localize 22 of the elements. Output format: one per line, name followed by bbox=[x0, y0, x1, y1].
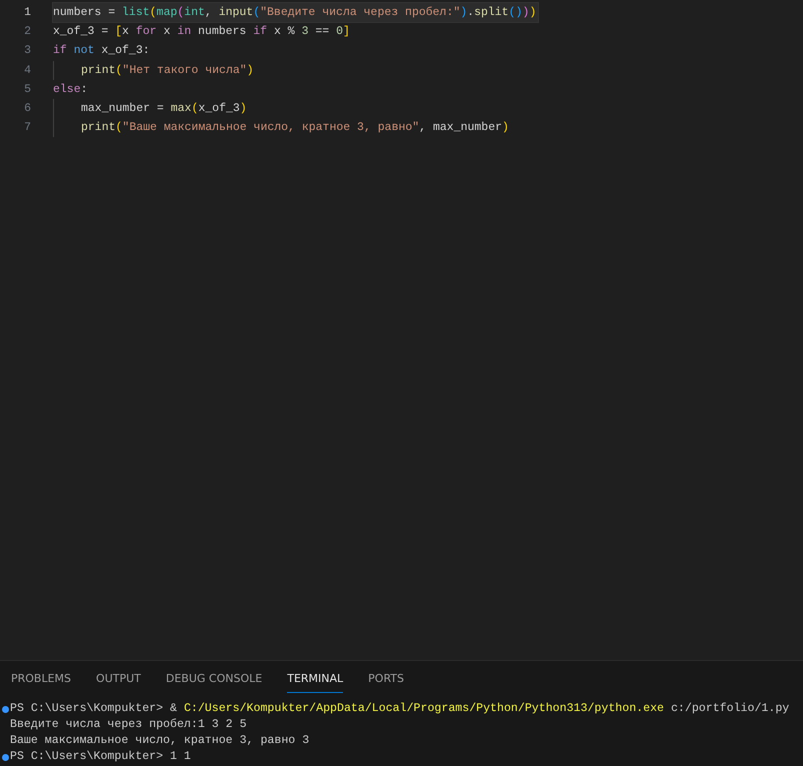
line-number: 5 bbox=[23, 82, 32, 98]
terminal-line: PS C:\Users\Kompukter> & C:/Users/Kompukter/AppData/Local/Programs/Python/Python313/python.exe c:/portfolio/1.py bbox=[10, 701, 790, 718]
panel-tab[interactable]: OUTPUT bbox=[96, 664, 141, 694]
terminal-line: Ваше максимальное число, кратное 3, равно 3 bbox=[10, 733, 310, 750]
code-line: print("Ваше максимальное число, кратное 3, равно", max_number) bbox=[53, 118, 511, 138]
code-line: if not x_of_3: bbox=[53, 43, 151, 60]
line-number: 3 bbox=[23, 43, 32, 60]
code-line: else: bbox=[53, 82, 89, 98]
panel-tab[interactable]: TERMINAL bbox=[287, 664, 344, 694]
code-line: max_number = max(x_of_3) bbox=[53, 98, 249, 118]
panel-tab[interactable]: PROBLEMS bbox=[11, 664, 72, 694]
code-line: x_of_3 = [x for x in numbers if x % 3 == 0] bbox=[53, 24, 351, 40]
panel-tab[interactable]: PORTS bbox=[368, 664, 404, 694]
line-number: 6 bbox=[23, 100, 32, 117]
terminal-line: PS C:\Users\Kompukter> 1 1 bbox=[10, 749, 191, 766]
line-number: 4 bbox=[23, 62, 32, 79]
line-number: 7 bbox=[23, 120, 32, 136]
panel-tab[interactable]: DEBUG CONSOLE bbox=[166, 664, 262, 694]
code-line: print("Нет такого числа") bbox=[53, 60, 256, 80]
line-number: 1 bbox=[23, 4, 32, 21]
terminal-line: Введите числа через пробел:1 3 2 5 bbox=[10, 717, 247, 734]
line-number: 2 bbox=[23, 24, 32, 40]
